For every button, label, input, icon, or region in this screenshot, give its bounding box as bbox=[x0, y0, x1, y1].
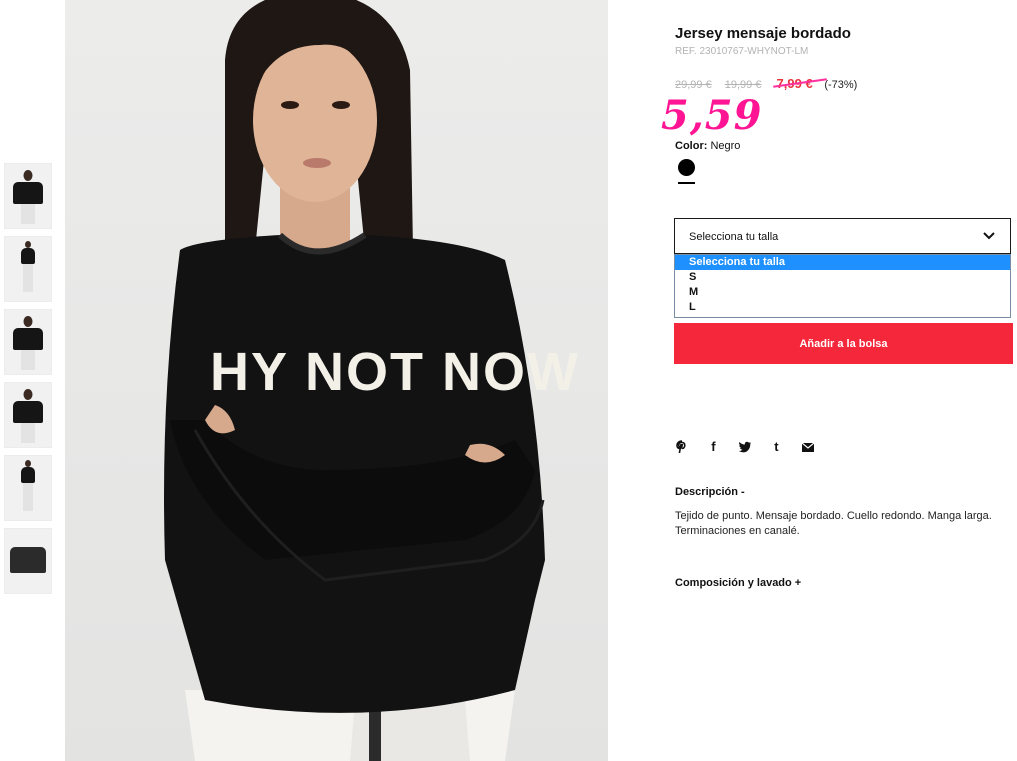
thumbnail-figure-head bbox=[23, 316, 33, 327]
thumbnail-figure-legs bbox=[23, 264, 33, 292]
composition-toggle[interactable]: Composición y lavado + bbox=[675, 577, 801, 589]
description-toggle[interactable]: Descripción - bbox=[675, 486, 745, 498]
color-value: Negro bbox=[710, 140, 741, 152]
size-option-m[interactable]: M bbox=[675, 285, 1010, 300]
thumbnail-2[interactable] bbox=[4, 236, 52, 302]
selected-swatch-indicator bbox=[678, 182, 695, 184]
tumblr-icon[interactable]: t bbox=[769, 439, 783, 455]
price-original: 29,99 € bbox=[675, 79, 712, 91]
thumbnail-figure-head bbox=[25, 241, 31, 248]
thumbnail-6[interactable] bbox=[4, 528, 52, 594]
thumbnail-figure-legs bbox=[21, 350, 35, 370]
color-label: Color: bbox=[675, 140, 708, 152]
thumbnail-figure-head bbox=[23, 170, 33, 181]
description-text: Tejido de punto. Mensaje bordado. Cuello… bbox=[675, 510, 992, 537]
twitter-icon[interactable] bbox=[738, 439, 752, 455]
thumbnail-gallery bbox=[4, 163, 52, 601]
pinterest-icon[interactable] bbox=[675, 439, 689, 455]
thumbnail-figure-head bbox=[25, 460, 31, 467]
add-to-bag-button[interactable]: Añadir a la bolsa bbox=[674, 323, 1013, 364]
product-title: Jersey mensaje bordado bbox=[675, 25, 851, 42]
thumbnail-4[interactable] bbox=[4, 382, 52, 448]
thumbnail-figure-legs bbox=[23, 483, 33, 511]
price-previous: 19,99 € bbox=[724, 79, 762, 91]
thumbnail-figure-sweater bbox=[13, 401, 43, 423]
size-option-s[interactable]: S bbox=[675, 270, 1010, 285]
size-option-l[interactable]: L bbox=[675, 300, 1010, 315]
thumbnail-figure-sweater bbox=[21, 248, 35, 264]
size-option-placeholder[interactable]: Selecciona tu talla bbox=[675, 255, 1010, 270]
chevron-down-icon bbox=[983, 232, 995, 240]
thumbnail-figure-sweater bbox=[13, 328, 43, 350]
facebook-icon[interactable]: f bbox=[706, 439, 720, 455]
product-main-image[interactable]: HY NOT NOW bbox=[65, 0, 608, 761]
thumbnail-figure-sweater bbox=[21, 467, 35, 483]
sweater-print-text: HY NOT NOW bbox=[210, 342, 580, 402]
size-dropdown-list: Selecciona tu talla S M L bbox=[674, 254, 1011, 318]
email-icon[interactable] bbox=[801, 439, 815, 455]
color-row: Color: Negro bbox=[675, 140, 740, 152]
thumbnail-5[interactable] bbox=[4, 455, 52, 521]
thumbnail-figure-head bbox=[23, 389, 33, 400]
handwritten-price-annotation: 5,59 bbox=[661, 92, 763, 139]
share-icons: f t bbox=[675, 438, 828, 456]
discount-badge: (-73%) bbox=[824, 79, 858, 91]
product-ref: REF. 23010767-WHYNOT-LM bbox=[675, 46, 809, 57]
price-sale: 7,99 € bbox=[772, 76, 827, 91]
thumbnail-figure-legs bbox=[21, 204, 35, 224]
thumbnail-3[interactable] bbox=[4, 309, 52, 375]
size-select[interactable]: Selecciona tu talla bbox=[674, 218, 1011, 254]
thumbnail-figure-legs bbox=[21, 423, 35, 443]
thumbnail-figure-sweater bbox=[13, 182, 43, 204]
color-swatch-black[interactable] bbox=[678, 159, 695, 176]
thumbnail-1[interactable] bbox=[4, 163, 52, 229]
size-select-label: Selecciona tu talla bbox=[689, 231, 779, 243]
model-illustration: HY NOT NOW bbox=[164, 0, 580, 761]
thumbnail-flat-sweater bbox=[10, 547, 46, 573]
price-row: 29,99 € 19,99 € 7,99 € (-73%) bbox=[675, 76, 857, 91]
